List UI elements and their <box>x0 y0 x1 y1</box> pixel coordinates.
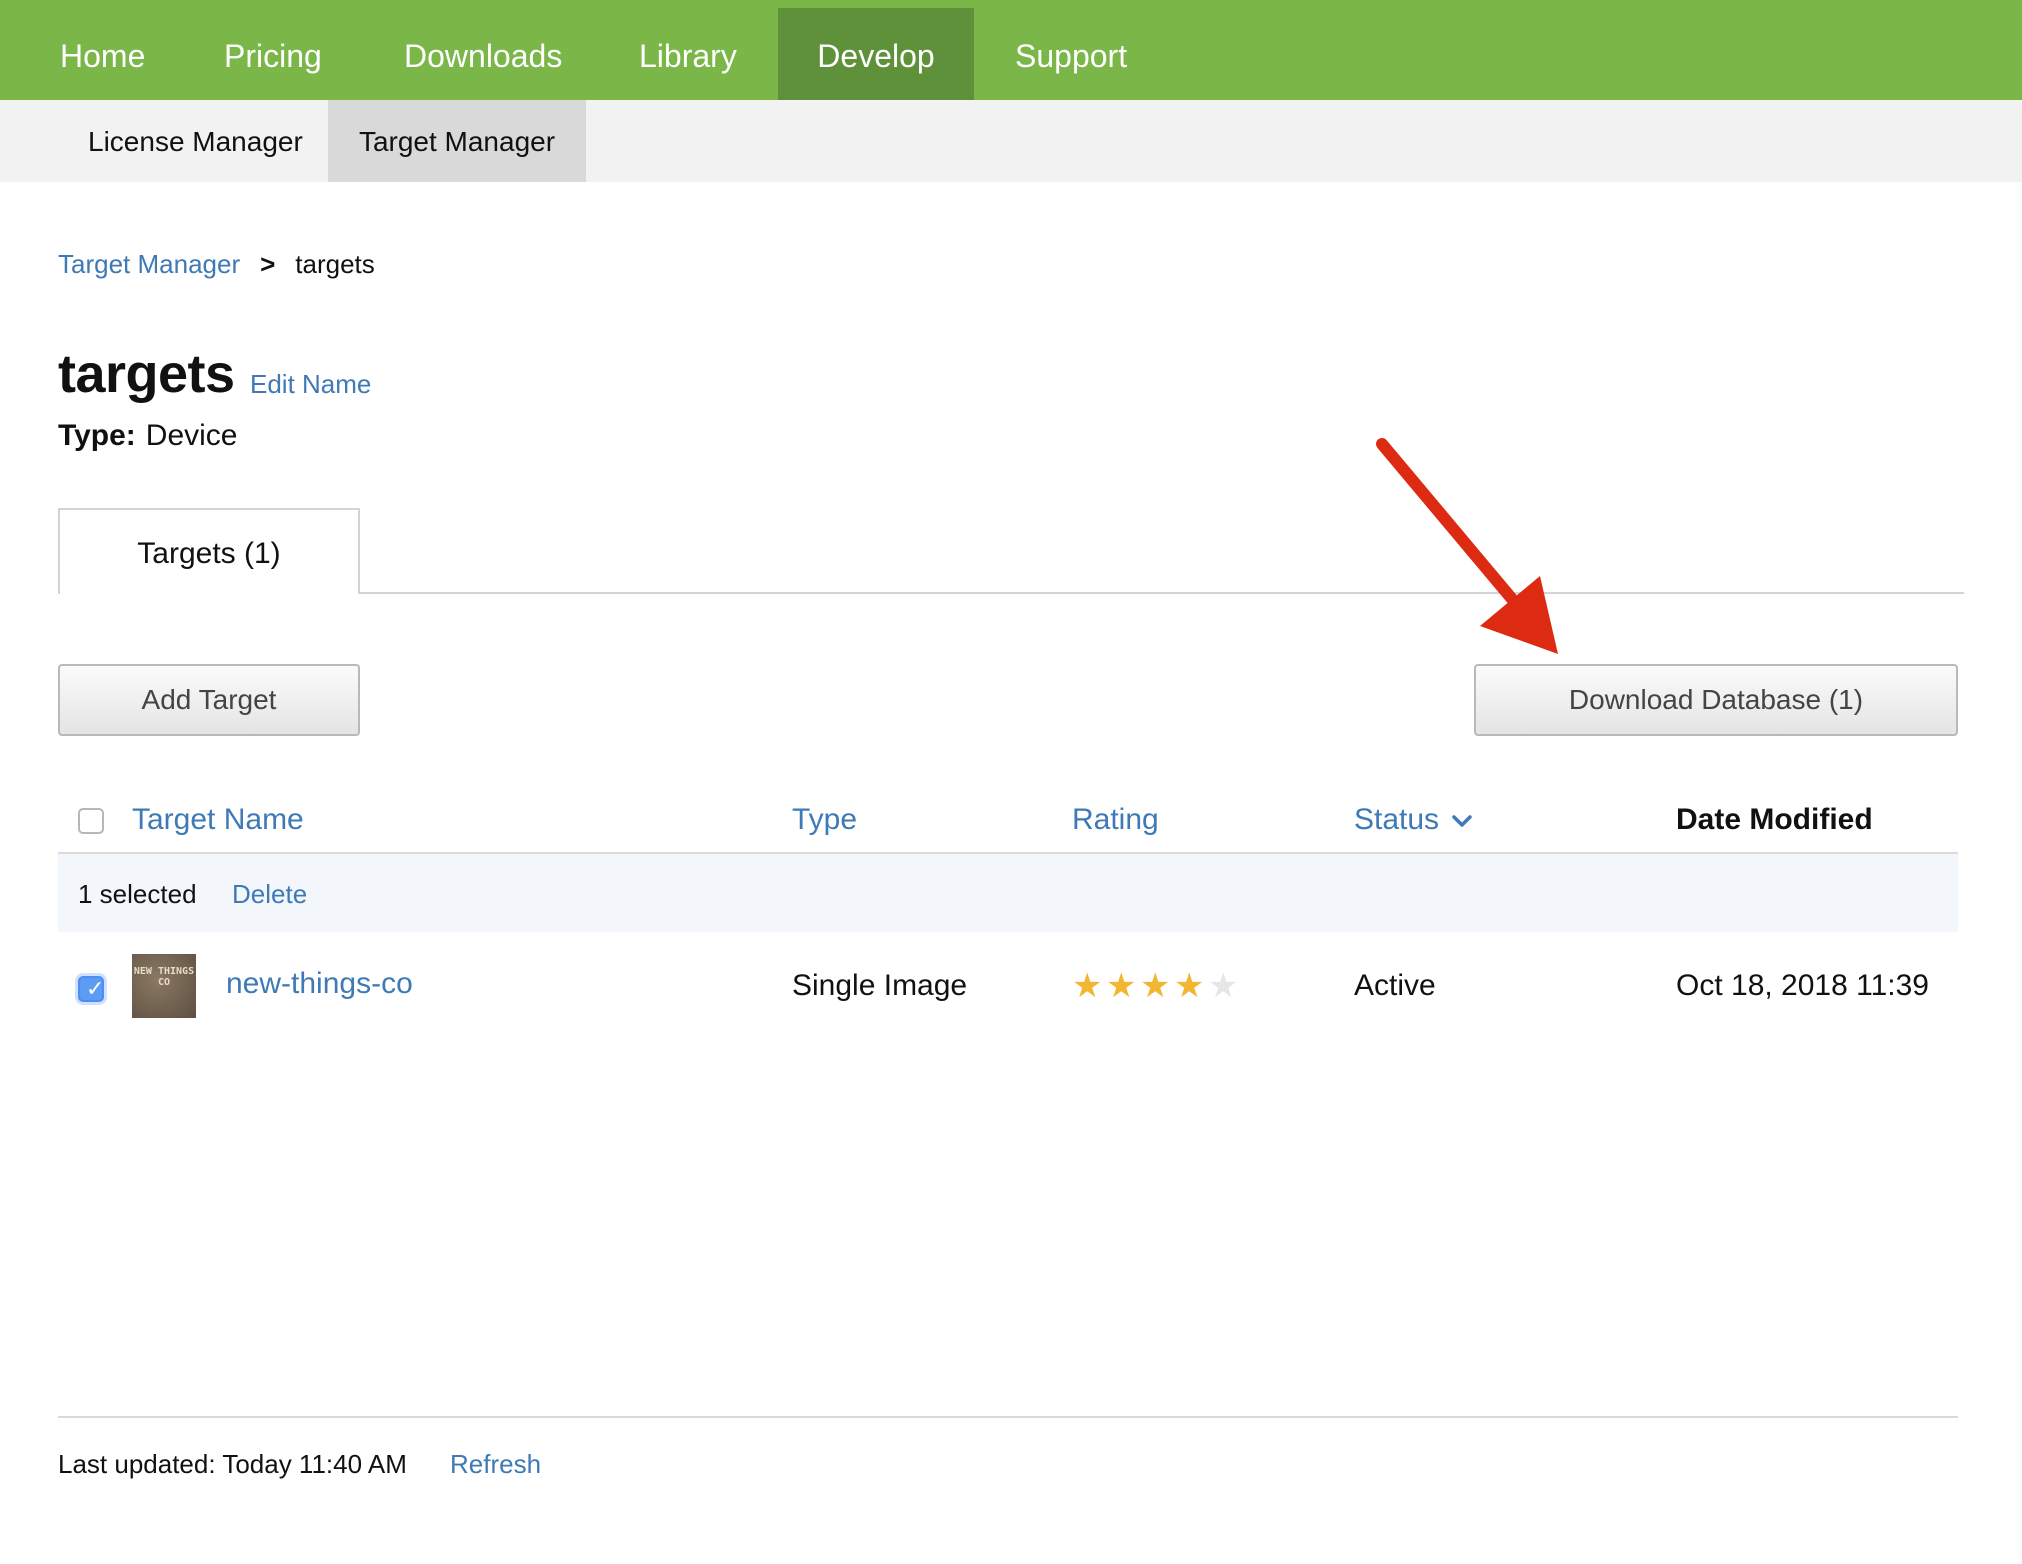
breadcrumb: Target Manager > targets <box>58 244 375 284</box>
star-icon: ★ <box>1106 967 1136 1005</box>
star-icon: ★ <box>1208 967 1238 1005</box>
page-title: targets <box>58 344 235 404</box>
breadcrumb-current: targets <box>295 249 375 279</box>
star-icon: ★ <box>1072 967 1102 1005</box>
nav-support[interactable]: Support <box>1015 8 1127 100</box>
selection-bar <box>58 854 1958 932</box>
target-date-modified: Oct 18, 2018 11:39 <box>1676 969 1929 1002</box>
add-target-button[interactable]: Add Target <box>58 664 360 736</box>
breadcrumb-parent-link[interactable]: Target Manager <box>58 249 240 279</box>
annotation-arrow-icon <box>1376 438 1558 654</box>
target-name-link[interactable]: new-things-co <box>226 962 413 1006</box>
column-header-type[interactable]: Type <box>792 798 857 842</box>
column-header-target-name[interactable]: Target Name <box>132 798 304 842</box>
nav-pricing[interactable]: Pricing <box>224 8 322 100</box>
breadcrumb-separator: > <box>260 249 276 279</box>
footer-divider <box>58 1416 1958 1418</box>
target-rating: ★ ★ ★ ★ ★ <box>1072 964 1242 1008</box>
refresh-link[interactable]: Refresh <box>450 1444 541 1484</box>
star-icon: ★ <box>1140 967 1170 1005</box>
top-navigation-bar: Home Pricing Downloads Library Develop S… <box>0 0 2022 100</box>
select-all-checkbox[interactable] <box>78 808 104 834</box>
type-value: Device <box>145 419 238 452</box>
tab-targets[interactable]: Targets (1) <box>58 508 360 594</box>
database-type: Type: Device <box>58 414 238 458</box>
sub-navigation-bar: License Manager Target Manager <box>0 100 2022 182</box>
download-database-button[interactable]: Download Database (1) <box>1474 664 1958 736</box>
chevron-down-icon <box>1452 815 1473 827</box>
last-updated-text: Last updated: Today 11:40 AM <box>58 1449 407 1479</box>
edit-name-link[interactable]: Edit Name <box>250 364 371 404</box>
selected-count: 1 selected <box>78 879 197 909</box>
column-header-status-label: Status <box>1354 803 1440 836</box>
thumbnail-logo-text: NEW THINGS CO <box>133 966 195 988</box>
star-icon: ★ <box>1174 967 1204 1005</box>
nav-downloads[interactable]: Downloads <box>404 8 562 100</box>
column-header-status[interactable]: Status <box>1354 798 1473 842</box>
checkmark-icon: ✓ <box>86 976 105 1001</box>
target-type: Single Image <box>792 969 968 1002</box>
row-checkbox[interactable]: ✓ <box>78 976 104 1002</box>
column-header-rating[interactable]: Rating <box>1072 798 1159 842</box>
nav-library[interactable]: Library <box>639 8 737 100</box>
column-header-date-modified[interactable]: Date Modified <box>1676 798 1873 842</box>
nav-develop[interactable]: Develop <box>778 8 974 100</box>
delete-selected-link[interactable]: Delete <box>232 874 307 914</box>
type-label: Type: <box>58 419 136 452</box>
nav-home[interactable]: Home <box>60 8 145 100</box>
subnav-license-manager[interactable]: License Manager <box>88 100 303 182</box>
target-thumbnail[interactable]: NEW THINGS CO <box>132 954 196 1018</box>
target-status: Active <box>1354 969 1436 1002</box>
subnav-target-manager[interactable]: Target Manager <box>328 100 586 182</box>
